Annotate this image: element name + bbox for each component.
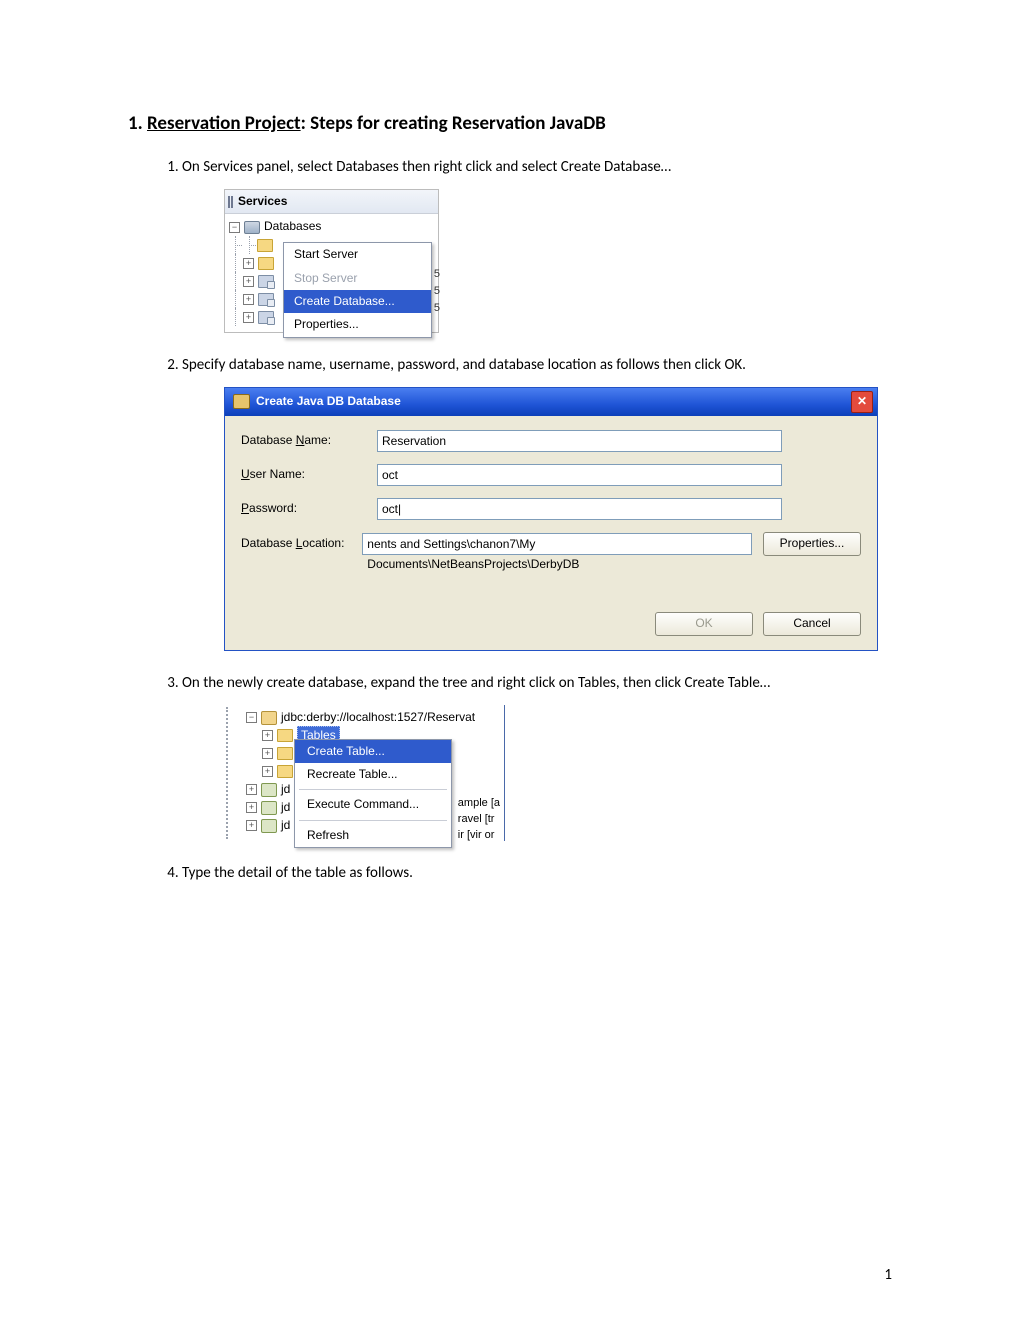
step-4: Type the detail of the table as follows.: [182, 863, 892, 885]
ok-button[interactable]: OK: [655, 612, 753, 636]
location-input[interactable]: nents and Settings\chanon7\My Documents\…: [362, 533, 752, 555]
expand-icon[interactable]: +: [246, 820, 257, 831]
menu-separator: [299, 789, 447, 790]
step-1: On Services panel, select Databases then…: [182, 157, 892, 333]
dialog-titlebar: Create Java DB Database ✕: [225, 388, 877, 416]
collapse-icon[interactable]: −: [229, 222, 240, 233]
create-db-dialog: Create Java DB Database ✕ Database Name:…: [224, 387, 878, 651]
panel-grip-icon: [226, 707, 230, 839]
truncated-digits: 5 5 5: [434, 266, 440, 317]
panel-title: Services: [225, 190, 438, 214]
page-number: 1: [884, 1266, 892, 1284]
expand-icon[interactable]: +: [243, 294, 254, 305]
context-menu: Start Server Stop Server Create Database…: [283, 242, 432, 338]
folder-icon: [277, 765, 293, 778]
step-2: Specify database name, username, passwor…: [182, 355, 892, 651]
connection-icon: [261, 711, 277, 725]
folder-icon: [258, 257, 274, 270]
heading-underlined: Reservation Project: [147, 112, 301, 135]
database-name-input[interactable]: Reservation: [377, 430, 782, 452]
connection-icon: [261, 783, 277, 797]
folder-icon: [257, 239, 273, 252]
connection-icon: [258, 293, 274, 306]
connection-icon: [258, 311, 274, 324]
connection-icon: [261, 801, 277, 815]
menu-start-server[interactable]: Start Server: [284, 243, 431, 266]
database-name-label: Database Name:: [241, 432, 377, 449]
node-label[interactable]: jd: [281, 781, 290, 798]
close-icon[interactable]: ✕: [851, 391, 873, 413]
databases-node[interactable]: Databases: [264, 218, 321, 235]
expand-icon[interactable]: +: [243, 258, 254, 269]
expand-icon[interactable]: +: [246, 784, 257, 795]
menu-refresh[interactable]: Refresh: [295, 824, 451, 847]
expand-icon[interactable]: +: [262, 766, 273, 777]
connection-icon: [261, 819, 277, 833]
menu-stop-server: Stop Server: [284, 267, 431, 290]
folder-icon: [277, 729, 293, 742]
truncated-labels: ample [a ravel [tr ir [vir or: [458, 795, 500, 843]
cancel-button[interactable]: Cancel: [763, 612, 861, 636]
connection-icon: [258, 275, 274, 288]
step-list: On Services panel, select Databases then…: [128, 157, 892, 884]
collapse-icon[interactable]: −: [246, 712, 257, 723]
password-label: Password:: [241, 500, 377, 517]
properties-button[interactable]: Properties...: [763, 532, 861, 556]
services-panel-screenshot: Services − Databases + + + + St: [224, 189, 439, 333]
node-label[interactable]: jd: [281, 799, 290, 816]
menu-recreate-table[interactable]: Recreate Table...: [295, 763, 451, 786]
expand-icon[interactable]: +: [243, 276, 254, 287]
menu-create-database[interactable]: Create Database...: [284, 290, 431, 313]
dialog-title: Create Java DB Database: [256, 393, 401, 410]
heading-number: 1.: [128, 112, 143, 135]
location-label: Database Location:: [241, 535, 362, 552]
folder-icon: [277, 747, 293, 760]
databases-icon: [244, 221, 260, 234]
app-icon: [233, 394, 250, 409]
context-menu: Create Table... Recreate Table... Execut…: [294, 739, 452, 849]
username-input[interactable]: oct: [377, 464, 782, 486]
password-input[interactable]: oct|: [377, 498, 782, 520]
tables-context-screenshot: − jdbc:derby://localhost:1527/Reservat +…: [224, 705, 505, 841]
expand-icon[interactable]: +: [243, 312, 254, 323]
connection-node[interactable]: jdbc:derby://localhost:1527/Reservat: [281, 709, 475, 726]
menu-properties[interactable]: Properties...: [284, 313, 431, 336]
heading-rest: : Steps for creating Reservation JavaDB: [301, 112, 606, 135]
expand-icon[interactable]: +: [262, 730, 273, 741]
expand-icon[interactable]: +: [262, 748, 273, 759]
page-title: 1. Reservation Project: Steps for creati…: [128, 112, 892, 135]
step-3: On the newly create database, expand the…: [182, 673, 892, 841]
expand-icon[interactable]: +: [246, 802, 257, 813]
node-label[interactable]: jd: [281, 817, 290, 834]
username-label: User Name:: [241, 466, 377, 483]
menu-execute-command[interactable]: Execute Command...: [295, 793, 451, 816]
menu-separator: [299, 820, 447, 821]
menu-create-table[interactable]: Create Table...: [295, 740, 451, 763]
